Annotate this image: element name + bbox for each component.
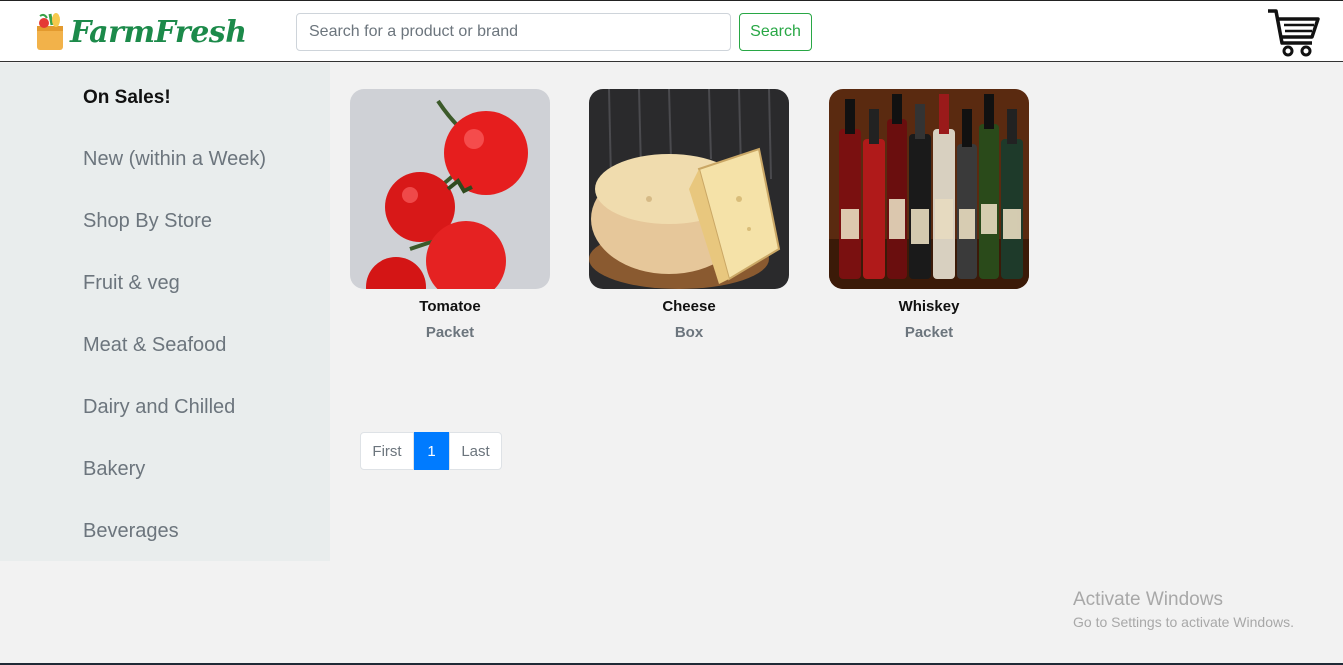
search-button[interactable]: Search: [739, 13, 812, 51]
product-name: Whiskey: [898, 298, 960, 315]
sidebar-item-dairy-chilled[interactable]: Dairy and Chilled: [83, 396, 235, 419]
watermark-title: Activate Windows: [1073, 589, 1223, 610]
pagination-page-current[interactable]: 1: [414, 432, 449, 470]
cheese-image[interactable]: [589, 88, 789, 289]
sidebar-item-meat-seafood[interactable]: Meat & Seafood: [83, 334, 226, 357]
sidebar-item-new[interactable]: New (within a Week): [83, 148, 266, 171]
pagination: First 1 Last: [360, 432, 502, 470]
sidebar-item-fruit-veg[interactable]: Fruit & veg: [83, 272, 180, 295]
whiskey-image[interactable]: [829, 89, 1029, 289]
product-card[interactable]: Whiskey Packet: [829, 89, 1029, 341]
tomato-image[interactable]: [350, 89, 550, 317]
product-card[interactable]: Cheese Box: [589, 88, 789, 341]
pagination-first[interactable]: First: [360, 432, 414, 470]
watermark-subtitle: Go to Settings to activate Windows.: [1073, 614, 1294, 630]
brand-logo[interactable]: FarmFresh: [34, 11, 247, 53]
category-sidebar: On Sales! New (within a Week) Shop By St…: [0, 63, 330, 561]
sidebar-item-bakery[interactable]: Bakery: [83, 458, 145, 481]
brand-name: FarmFresh: [70, 14, 247, 50]
product-card[interactable]: Tomatoe Packet: [350, 89, 550, 341]
pagination-last[interactable]: Last: [449, 432, 502, 470]
search-input[interactable]: [296, 13, 731, 51]
sidebar-item-beverages[interactable]: Beverages: [83, 520, 179, 543]
sidebar-item-on-sales[interactable]: On Sales!: [83, 87, 171, 109]
product-unit: Packet: [904, 324, 954, 341]
product-name: Tomatoe: [419, 298, 481, 315]
product-unit: Packet: [425, 324, 475, 341]
shopping-cart-icon[interactable]: [1266, 7, 1320, 59]
grocery-bag-icon: [37, 13, 63, 50]
top-header: FarmFresh Search: [0, 1, 1343, 62]
product-unit: Box: [674, 324, 704, 341]
activation-watermark: Activate Windows Go to Settings to activ…: [1073, 589, 1294, 630]
sidebar-item-shop-by-store[interactable]: Shop By Store: [83, 210, 212, 233]
product-name: Cheese: [662, 298, 716, 315]
